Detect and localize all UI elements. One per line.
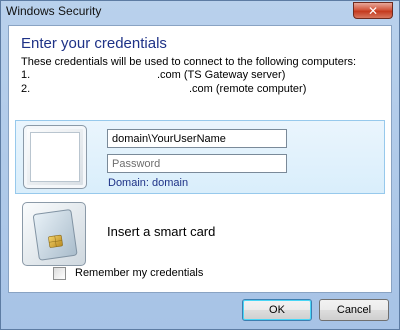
smart-card-label: Insert a smart card (107, 224, 216, 239)
remember-label[interactable]: Remember my credentials (75, 267, 203, 279)
server-number: 1. (21, 69, 31, 81)
ok-button[interactable]: OK (242, 299, 312, 321)
title-bar[interactable]: Windows Security ✕ (1, 1, 399, 25)
close-icon: ✕ (367, 3, 379, 18)
domain-label: Domain: domain (108, 177, 189, 189)
smart-card-icon (22, 202, 86, 266)
username-input[interactable] (107, 129, 287, 148)
window-title: Windows Security (6, 4, 102, 18)
smart-card-tile[interactable]: Insert a smart card (15, 198, 385, 266)
credential-tile[interactable]: Domain: domain (15, 120, 385, 194)
dialog-heading: Enter your credentials (21, 35, 167, 52)
server-number: 2. (21, 83, 31, 95)
dialog-description: These credentials will be used to connec… (21, 56, 357, 68)
cancel-button[interactable]: Cancel (319, 299, 389, 321)
windows-security-dialog: Windows Security ✕ Enter your credential… (0, 0, 400, 330)
server-host: .com (TS Gateway server) (157, 69, 286, 81)
close-button[interactable]: ✕ (353, 2, 393, 19)
remember-checkbox[interactable] (53, 267, 66, 280)
user-frame-icon (23, 125, 87, 189)
dialog-content: Enter your credentials These credentials… (8, 25, 392, 293)
server-host: .com (remote computer) (189, 83, 307, 95)
password-input[interactable] (107, 154, 287, 173)
